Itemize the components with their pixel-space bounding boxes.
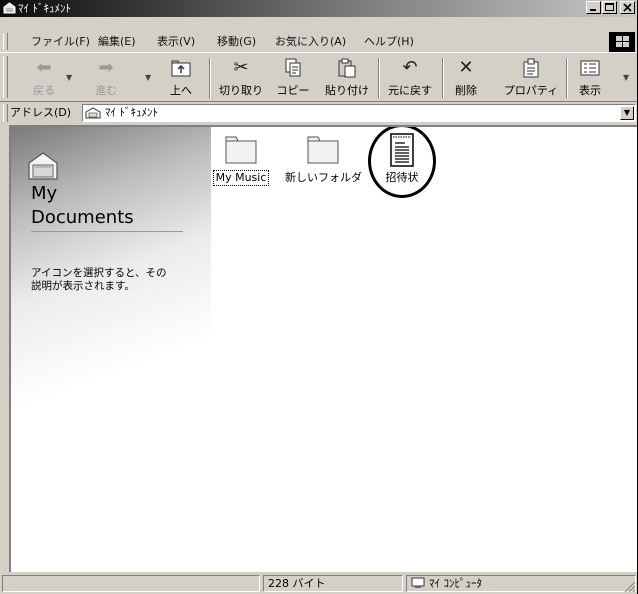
close-icon <box>623 3 632 12</box>
up-label: 上へ <box>170 84 192 97</box>
cut-button[interactable]: ✂ 切り取り <box>215 55 267 99</box>
forward-dropdown-icon[interactable]: ▼ <box>145 73 151 82</box>
maximize-button[interactable] <box>602 1 617 14</box>
panel-title-line2: Documents <box>31 207 134 228</box>
address-input[interactable]: ﾏｲ ﾄﾞｷｭﾒﾝﾄ ▼ <box>82 104 636 122</box>
forward-label: 進む <box>95 84 117 97</box>
delete-x-icon: ✕ <box>458 57 474 78</box>
views-icon <box>572 57 608 79</box>
computer-icon <box>411 577 425 588</box>
window-title: ﾏｲ ﾄﾞｷｭﾒﾝﾄ <box>18 2 71 15</box>
up-folder-icon <box>162 57 200 79</box>
menu-file[interactable]: ファイル(F) <box>31 34 90 50</box>
back-dropdown-icon[interactable]: ▼ <box>66 73 72 82</box>
folder-icon <box>225 136 257 164</box>
resize-grip-icon[interactable] <box>623 580 636 593</box>
file-item-my-music[interactable]: My Music <box>201 131 281 186</box>
up-button[interactable]: 上へ <box>162 55 200 99</box>
my-documents-small-icon <box>85 107 101 119</box>
status-size: 228 バイト <box>263 575 403 592</box>
toolbar-grip[interactable] <box>3 56 8 98</box>
copy-icon <box>272 57 314 79</box>
paste-button[interactable]: 貼り付け <box>322 55 372 99</box>
delete-button[interactable]: ✕ 削除 <box>446 55 486 99</box>
menubar-grip[interactable] <box>3 33 8 50</box>
paste-icon <box>322 57 372 79</box>
status-pane-main <box>2 575 260 592</box>
forward-arrow-icon: ➡ <box>98 57 114 78</box>
addressbar-grip[interactable] <box>3 104 8 122</box>
scissors-icon: ✂ <box>233 57 249 78</box>
folder-icon <box>307 136 339 164</box>
explorer-window: ﾏｲ ﾄﾞｷｭﾒﾝﾄ ファイル(F) 編集(E) 表示(V) 移動(G) お気に… <box>0 0 638 594</box>
menu-bar: ファイル(F) 編集(E) 表示(V) 移動(G) お気に入り(A) ヘルプ(H… <box>0 32 637 52</box>
forward-button[interactable]: ➡ 進む <box>88 55 124 99</box>
menu-go[interactable]: 移動(G) <box>217 34 256 50</box>
back-arrow-icon: ⬅ <box>36 57 52 78</box>
close-button[interactable] <box>620 1 635 14</box>
copy-label: コピー <box>276 84 310 97</box>
undo-icon: ↶ <box>402 57 418 78</box>
folder-view: My Documents アイコンを選択すると、その 説明が表示されます。 My… <box>9 125 637 572</box>
properties-button[interactable]: プロパティ <box>500 55 562 99</box>
toolbar-separator <box>442 58 444 98</box>
delete-label: 削除 <box>455 84 477 97</box>
maximize-icon <box>605 3 614 11</box>
menu-help[interactable]: ヘルプ(H) <box>364 34 414 50</box>
file-item-new-folder[interactable]: 新しいフォルダ <box>283 131 363 185</box>
minimize-button[interactable] <box>586 1 601 14</box>
properties-label: プロパティ <box>503 84 559 97</box>
file-label: My Music <box>212 170 270 186</box>
back-label: 戻る <box>33 84 55 97</box>
web-view-panel: My Documents アイコンを選択すると、その 説明が表示されます。 <box>11 127 211 572</box>
toolbar-separator <box>209 58 211 98</box>
highlight-circle <box>368 127 436 198</box>
minimize-icon <box>590 9 596 11</box>
views-button[interactable]: 表示 <box>572 55 608 99</box>
standard-toolbar: ⬅ 戻る ▼ ➡ 進む ▼ 上へ ✂ 切り取り コピー 貼り付け ↶ 元に戻す … <box>0 52 637 102</box>
back-button[interactable]: ⬅ 戻る <box>26 55 62 99</box>
status-zone-label: ﾏｲ ｺﾝﾋﾟｭｰﾀ <box>429 577 482 590</box>
undo-label: 元に戻す <box>388 84 432 97</box>
address-dropdown-icon[interactable]: ▼ <box>620 106 634 120</box>
undo-button[interactable]: ↶ 元に戻す <box>382 55 438 99</box>
windows-logo-icon <box>609 32 635 52</box>
status-zone: ﾏｲ ｺﾝﾋﾟｭｰﾀ <box>406 575 636 592</box>
properties-icon <box>500 57 562 79</box>
views-label: 表示 <box>579 84 601 97</box>
toolbar-separator <box>378 58 380 98</box>
views-dropdown-icon[interactable]: ▼ <box>623 73 629 82</box>
title-bar[interactable]: ﾏｲ ﾄﾞｷｭﾒﾝﾄ <box>0 0 637 17</box>
address-value: ﾏｲ ﾄﾞｷｭﾒﾝﾄ <box>105 106 158 119</box>
panel-title-line1: My <box>31 183 58 204</box>
my-documents-large-icon <box>28 152 58 180</box>
panel-divider <box>31 231 183 232</box>
copy-button[interactable]: コピー <box>272 55 314 99</box>
address-label: アドレス(D) <box>10 106 72 119</box>
panel-description: アイコンを選択すると、その 説明が表示されます。 <box>31 267 167 292</box>
my-documents-icon <box>3 2 16 14</box>
menu-favorites[interactable]: お気に入り(A) <box>275 34 346 50</box>
paste-label: 貼り付け <box>325 84 369 97</box>
menu-view[interactable]: 表示(V) <box>157 34 195 50</box>
cut-label: 切り取り <box>219 84 263 97</box>
menu-edit[interactable]: 編集(E) <box>98 34 136 50</box>
file-label: 新しいフォルダ <box>285 171 362 184</box>
status-bar: 228 バイト ﾏｲ ｺﾝﾋﾟｭｰﾀ <box>0 573 637 594</box>
toolbar-separator <box>566 58 568 98</box>
address-bar: アドレス(D) ﾏｲ ﾄﾞｷｭﾒﾝﾄ ▼ <box>0 102 637 124</box>
